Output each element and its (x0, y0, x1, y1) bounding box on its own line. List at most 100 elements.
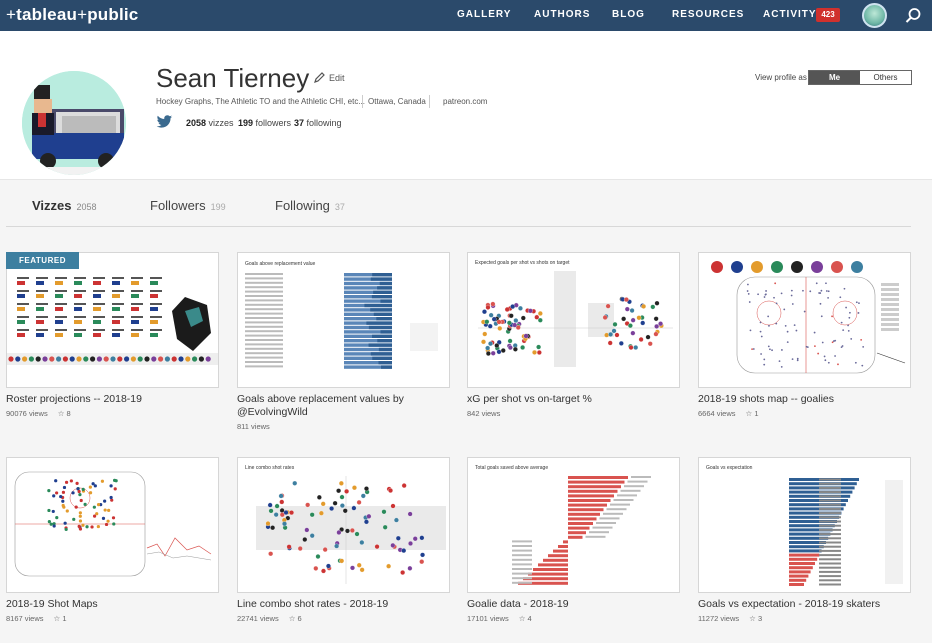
thumb-bar (568, 499, 611, 502)
nav-resources[interactable]: RESOURCES (672, 9, 744, 20)
nav-gallery[interactable]: GALLERY (457, 9, 511, 20)
viz-thumbnail[interactable]: Line combo shot rates (237, 457, 450, 593)
view-as-others-button[interactable]: Others (860, 71, 911, 84)
shot-dot (100, 479, 105, 483)
thumb-bar (370, 308, 392, 312)
thumb-point (359, 567, 365, 573)
viz-thumbnail[interactable]: Goals above replacement value (237, 252, 450, 388)
shot-dot (854, 361, 857, 364)
search-icon[interactable] (905, 7, 922, 24)
profile-website-link[interactable]: patreon.com (443, 97, 487, 106)
thumb-point (654, 323, 660, 329)
edit-profile-button[interactable]: Edit (314, 72, 345, 83)
thumb-point (390, 542, 396, 548)
thumb-bar (568, 476, 628, 479)
thumb-label (112, 277, 124, 279)
thumb-label (819, 537, 841, 540)
shot-dot (778, 360, 781, 363)
shot-dot (802, 289, 804, 292)
viz-title[interactable]: 2018-19 shots map -- goalies (698, 393, 911, 406)
shot-dot (72, 517, 76, 521)
tab-following[interactable]: Following 37 (275, 198, 345, 213)
thumb-bar (373, 290, 392, 294)
thumb-label (93, 329, 105, 331)
viz-title[interactable]: Goals vs expectation - 2018-19 skaters (698, 598, 911, 611)
thumb-label (613, 499, 634, 501)
team-logo (35, 356, 41, 362)
thumb-label (74, 303, 86, 305)
shot-dot (825, 282, 827, 285)
thumb-point (485, 351, 491, 356)
viz-title[interactable]: Roster projections -- 2018-19 (6, 393, 219, 406)
nav-blog[interactable]: BLOG (612, 9, 645, 20)
thumb-point (496, 349, 502, 355)
thumb-point (630, 317, 636, 323)
twitter-icon[interactable] (156, 115, 173, 129)
team-logo (731, 261, 743, 273)
viz-stats: 811 views (237, 422, 270, 431)
viz-thumbnail[interactable] (6, 252, 219, 388)
thumb-label (610, 503, 630, 506)
thumb-point (309, 512, 315, 518)
viz-title[interactable]: Line combo shot rates - 2018-19 (237, 598, 450, 611)
tableau-public-logo[interactable]: +tableau+public (6, 5, 138, 25)
thumb-point (304, 527, 310, 533)
viz-title[interactable]: Goals above replacement values by @Evolv… (237, 393, 450, 419)
thumb-point (500, 348, 506, 353)
view-as-me-button[interactable]: Me (809, 71, 860, 84)
thumb-point (497, 325, 503, 331)
thumb-point (407, 511, 413, 517)
shot-dot (855, 301, 858, 304)
vizzes-stat[interactable]: 2058 vizzes (186, 118, 234, 128)
thumb-mark (17, 333, 25, 337)
viz-title[interactable]: Goalie data - 2018-19 (467, 598, 680, 611)
thumb-point (315, 554, 321, 559)
team-logo (110, 356, 116, 362)
viz-title[interactable]: 2018-19 Shot Maps (6, 598, 219, 611)
thumb-mark (55, 294, 63, 298)
thumb-bar (563, 540, 568, 544)
thumb-point (374, 544, 380, 550)
thumb-point (420, 552, 426, 558)
thumb-label (620, 489, 641, 492)
thumb-label (603, 512, 623, 515)
tab-followers[interactable]: Followers 199 (150, 198, 226, 213)
shot-dot (107, 508, 111, 512)
viz-thumbnail[interactable] (698, 252, 911, 388)
thumb-mark (36, 333, 44, 337)
viz-thumbnail[interactable] (6, 457, 219, 593)
shot-dot (824, 359, 827, 362)
thumb-label (36, 316, 48, 318)
tab-vizzes[interactable]: Vizzes 2058 (32, 198, 97, 213)
shot-dot (81, 487, 85, 491)
thumb-bar (568, 535, 583, 539)
shot-dot (809, 290, 812, 293)
thumb-point (400, 570, 406, 575)
shot-dot (814, 345, 816, 348)
shot-dot (106, 519, 110, 523)
shot-dot (763, 363, 766, 366)
thumb-point (267, 502, 273, 508)
thumb-label (819, 528, 841, 531)
thumb-bar (378, 361, 392, 365)
thumb-bar (380, 299, 392, 303)
thumb-point (512, 346, 518, 352)
shot-dot (834, 355, 836, 357)
viz-title[interactable]: xG per shot vs on-target % (467, 393, 680, 406)
following-stat[interactable]: 37 following (294, 118, 342, 128)
viz-stats: 90076 views ☆ 8 (6, 409, 71, 418)
shot-dot (95, 512, 99, 516)
nav-authors[interactable]: AUTHORS (534, 9, 590, 20)
viz-thumbnail[interactable]: Expected goals per shot vs shots on targ… (467, 252, 680, 388)
thumb-point (624, 306, 630, 312)
shot-dot (767, 345, 770, 348)
viz-thumbnail[interactable]: Goals vs expectation (698, 457, 911, 593)
team-logo (130, 356, 136, 362)
viz-thumbnail[interactable]: Total goals saved above average (467, 457, 680, 593)
shot-dot (821, 341, 824, 344)
shot-dot (91, 482, 95, 486)
nav-activity[interactable]: ACTIVITY (763, 9, 817, 20)
thumb-label (631, 476, 651, 478)
user-avatar[interactable] (862, 3, 887, 28)
followers-stat[interactable]: 199 followers (238, 118, 291, 128)
